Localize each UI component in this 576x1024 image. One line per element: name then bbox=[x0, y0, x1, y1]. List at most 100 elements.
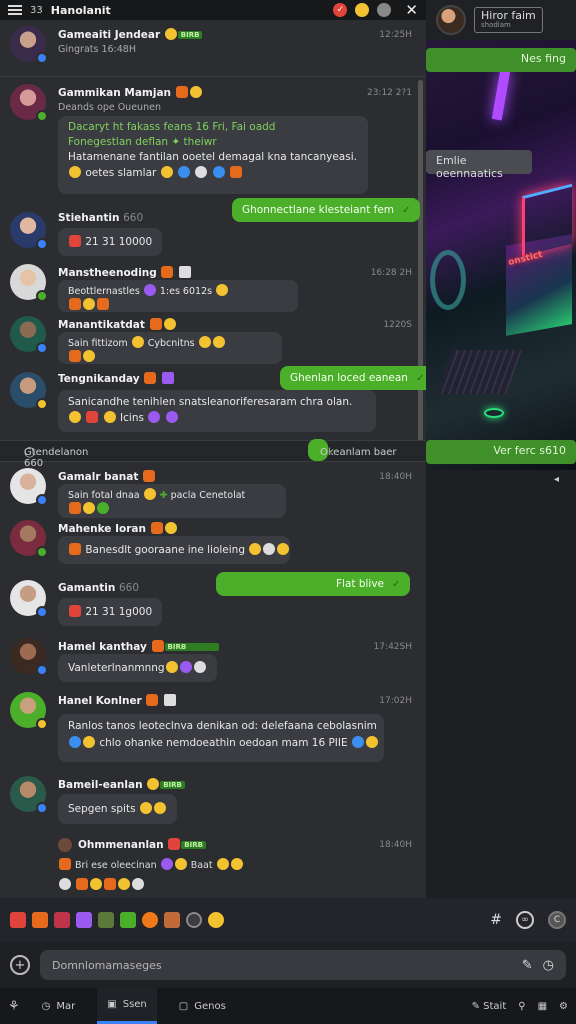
emote-icon[interactable] bbox=[98, 912, 114, 928]
overlay-bubble-bottom: Ver ferc s610 bbox=[426, 440, 576, 464]
user-avatar[interactable] bbox=[10, 84, 48, 122]
chat-message[interactable]: Ohmmenanlan BIRB 18:40H Bri ese oleecina… bbox=[8, 836, 418, 896]
section-divider: ◯ Gtendelanon 660 Okeanlam baer ✓ bbox=[0, 439, 426, 469]
close-icon[interactable]: ✕ bbox=[405, 1, 418, 19]
timer-icon[interactable]: ◷ bbox=[543, 958, 554, 973]
role-badge bbox=[36, 398, 48, 410]
emote-icon[interactable] bbox=[142, 912, 158, 928]
username[interactable]: Manstheenoding bbox=[58, 266, 192, 279]
own-message-bubble: Okeanlam baer ✓ bbox=[308, 439, 397, 461]
chat-message[interactable]: Manantikatdat 1220S Sain fittizom Cybcni… bbox=[8, 316, 418, 368]
user-avatar[interactable] bbox=[10, 468, 48, 506]
chat-message[interactable]: Ghenlan loced eanean ✓ Tengnikanday Sanic… bbox=[8, 364, 426, 440]
user-avatar[interactable] bbox=[10, 212, 48, 250]
chat-panel: Gameaiti Jendear BIRB 12:25H Gingrats 16… bbox=[0, 20, 426, 898]
user-avatar[interactable] bbox=[10, 316, 48, 354]
message-bubble: Ranlos tanos leoteclnva denikan od: dele… bbox=[58, 714, 384, 762]
emote-icon[interactable] bbox=[32, 912, 48, 928]
chat-message[interactable]: Gammikan Mamjan 23:12 2?1 Deands ope Oue… bbox=[8, 84, 418, 214]
streamer-avatar[interactable] bbox=[436, 5, 466, 35]
message-bubble: Dacaryt ht fakass feans 16 Fri, Fai oadd… bbox=[58, 116, 368, 194]
message-input-box[interactable]: ✎ ◷ bbox=[40, 950, 566, 980]
emote-icon[interactable] bbox=[208, 912, 224, 928]
pen-icon[interactable]: ✎ bbox=[522, 958, 533, 973]
emote-icon[interactable] bbox=[10, 912, 26, 928]
divider-line bbox=[0, 76, 426, 77]
role-badge bbox=[36, 664, 48, 676]
role-badge bbox=[36, 606, 48, 618]
chat-message[interactable]: Hamel kanthay BIRB 17:42SH Vanleterlnanm… bbox=[8, 638, 418, 688]
chat-message[interactable]: Ghonnectlane klesteiant fem ✓ Stiehantin … bbox=[8, 198, 421, 272]
composer: + ✎ ◷ bbox=[0, 942, 576, 988]
timestamp: 17:02H bbox=[379, 696, 412, 706]
emote-icon[interactable] bbox=[54, 912, 70, 928]
username[interactable]: Manantikatdat bbox=[58, 318, 177, 331]
timestamp: 1220S bbox=[383, 320, 412, 330]
overlay-bubble-top: Nes fing bbox=[426, 48, 576, 72]
emote-icon[interactable] bbox=[120, 912, 136, 928]
emoji-bar-actions: # ∞ C bbox=[490, 911, 566, 929]
username[interactable]: Mahenke Ioran bbox=[58, 522, 178, 535]
username[interactable]: Ohmmenanlan BIRB bbox=[78, 838, 206, 851]
emote-icon[interactable] bbox=[76, 912, 92, 928]
username[interactable]: Stiehantin 660 bbox=[58, 212, 143, 224]
message-text: Gingrats 16:48H bbox=[58, 44, 136, 55]
user-avatar[interactable] bbox=[10, 776, 48, 814]
shield-icon[interactable] bbox=[377, 3, 392, 17]
link-icon[interactable]: ∞ bbox=[516, 911, 534, 929]
hashtag-icon[interactable]: # bbox=[490, 912, 502, 928]
neon-frame bbox=[522, 183, 572, 257]
username[interactable]: Hanel Konlner bbox=[58, 694, 177, 707]
collapse-icon[interactable]: ◂ bbox=[554, 474, 559, 485]
own-message-bubble: Flat blive ✓ bbox=[216, 572, 411, 596]
chat-message[interactable]: Bameil-eanlan BIRB Sepgen spits bbox=[8, 776, 418, 832]
more-icon[interactable]: ⚙ bbox=[559, 1001, 568, 1012]
smile-icon[interactable] bbox=[355, 3, 370, 17]
streamer-name-box[interactable]: Hiror faim shodiam bbox=[474, 7, 543, 33]
search-icon[interactable]: ⚲ bbox=[518, 1001, 525, 1012]
chat-message[interactable]: Manstheenoding 16:28 2H Beottlernastles … bbox=[8, 264, 418, 316]
chat-message[interactable]: Gamalr banat 18:40H Sain fotal dnaa ✚ pa… bbox=[8, 468, 418, 522]
user-avatar[interactable] bbox=[10, 372, 48, 410]
tab-mar[interactable]: ◷ Mar bbox=[32, 988, 86, 1024]
username[interactable]: Gameaiti Jendear BIRB bbox=[58, 28, 203, 41]
timestamp: 17:42SH bbox=[373, 642, 412, 652]
heart-icon[interactable]: ✓ bbox=[333, 3, 348, 17]
role-badge bbox=[36, 52, 48, 64]
emote-icon[interactable] bbox=[186, 912, 202, 928]
add-icon[interactable]: + bbox=[10, 955, 30, 975]
user-avatar[interactable] bbox=[10, 26, 48, 64]
role-badge bbox=[36, 342, 48, 354]
emote-icon[interactable] bbox=[164, 912, 180, 928]
user-avatar[interactable] bbox=[10, 520, 48, 558]
username[interactable]: Gamalr banat bbox=[58, 470, 156, 483]
message-bubble: Banesdlt gooraane ine lioleing bbox=[58, 536, 290, 564]
coin-icon[interactable]: C bbox=[548, 911, 566, 929]
bottom-nav: ⚘ ◷ Mar ▣ Ssen ▢ Genos ✎ Stait ⚲ ▦ ⚙ bbox=[0, 988, 576, 1024]
username[interactable]: Gammikan Mamjan bbox=[58, 86, 203, 99]
username[interactable]: Hamel kanthay BIRB bbox=[58, 640, 219, 653]
tab-ssen[interactable]: ▣ Ssen bbox=[97, 988, 157, 1024]
chat-message[interactable]: Gameaiti Jendear BIRB 12:25H Gingrats 16… bbox=[8, 26, 418, 70]
user-avatar-small[interactable] bbox=[58, 838, 72, 852]
username[interactable]: Bameil-eanlan BIRB bbox=[58, 778, 185, 791]
edit-button[interactable]: ✎ Stait bbox=[472, 1001, 507, 1012]
message-bubble: Sanicandhe tenihlen snatsleanoriferesara… bbox=[58, 390, 376, 432]
username[interactable]: Tengnikanday bbox=[58, 372, 175, 385]
chat-message[interactable]: Flat blive ✓ Gamantin 660 21 31 1g000 bbox=[8, 570, 418, 634]
tab-genos[interactable]: ▢ Genos bbox=[169, 988, 236, 1024]
user-avatar[interactable] bbox=[10, 264, 48, 302]
message-input[interactable] bbox=[52, 958, 512, 972]
user-avatar[interactable] bbox=[10, 638, 48, 676]
role-badge bbox=[36, 494, 48, 506]
grid-icon[interactable]: ▦ bbox=[538, 1001, 547, 1012]
username[interactable]: Gamantin 660 bbox=[58, 582, 139, 594]
user-avatar[interactable] bbox=[10, 692, 48, 730]
chat-scrollbar[interactable] bbox=[418, 80, 423, 460]
video-panel[interactable]: Hiror faim shodiam onstict Nes fing Emli… bbox=[426, 0, 576, 470]
chat-message[interactable]: Hanel Konlner 17:02H Ranlos tanos leotec… bbox=[8, 692, 418, 768]
home-icon[interactable]: ⚘ bbox=[8, 999, 20, 1014]
chat-message[interactable]: Mahenke Ioran Banesdlt gooraane ine liol… bbox=[8, 520, 418, 576]
menu-icon[interactable] bbox=[8, 5, 22, 15]
user-avatar[interactable] bbox=[10, 580, 48, 618]
